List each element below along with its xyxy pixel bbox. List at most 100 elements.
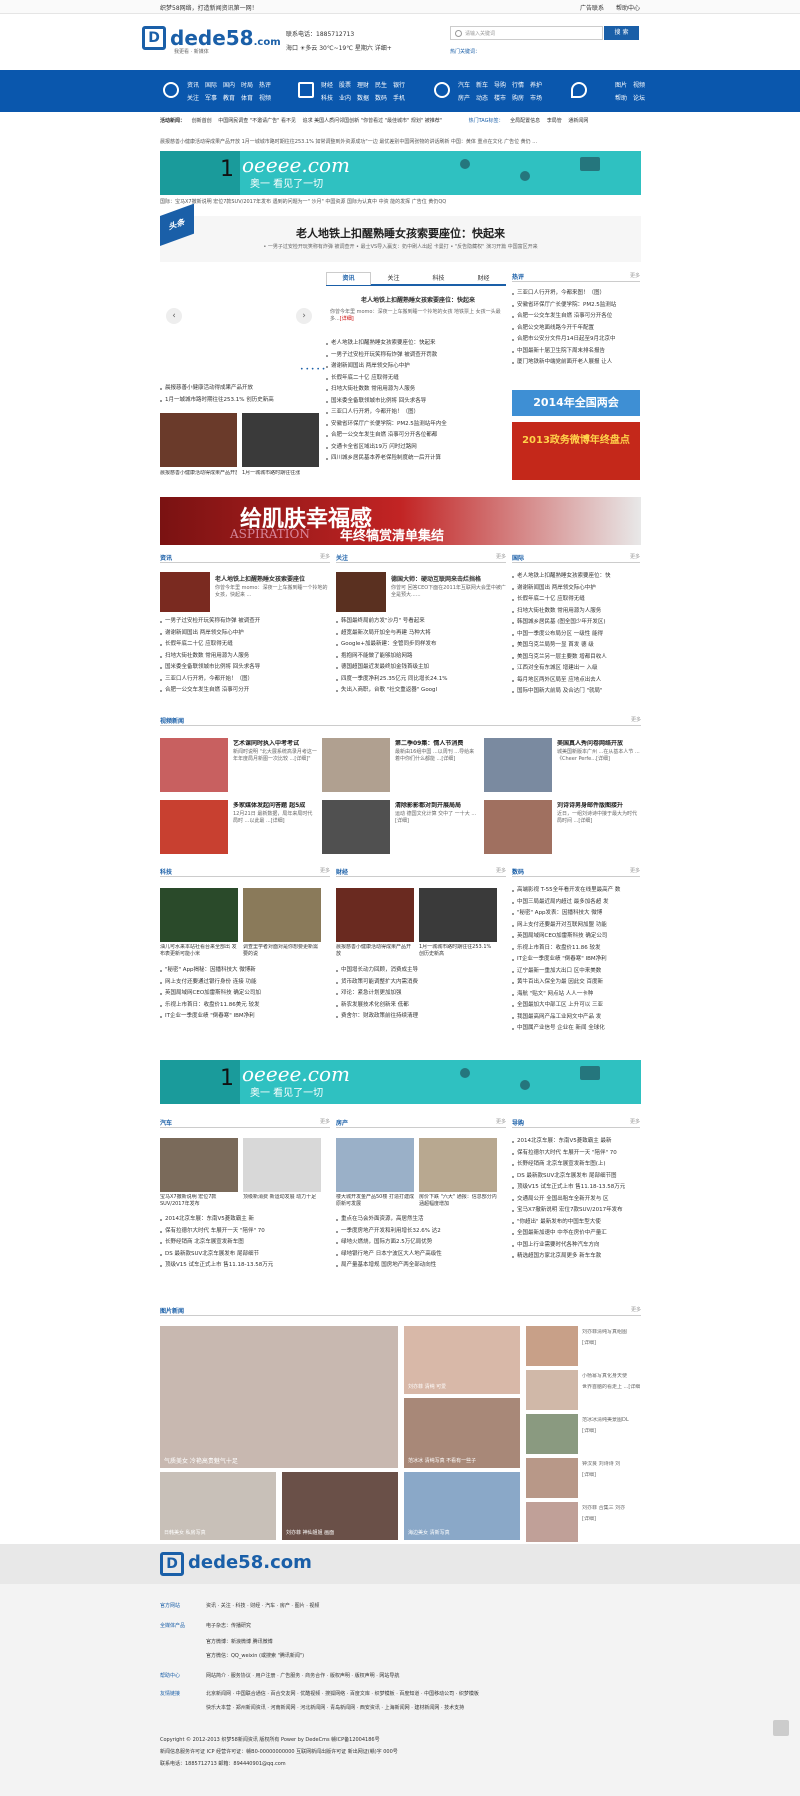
footer-row-links[interactable]: 官方微博：新浪微博 腾讯微博	[206, 1639, 273, 1645]
nav-link[interactable]: 图片	[612, 79, 630, 92]
list-item[interactable]: 失出入商职，台歌 "社交重返器" Googl	[336, 685, 506, 697]
list-item[interactable]: 中国增长动力回顾，消费成主导	[336, 965, 506, 977]
list-item[interactable]: "你超出" 最新发布的中国车型大使	[512, 1217, 640, 1229]
nav-link[interactable]: 银行	[390, 79, 408, 92]
list-item[interactable]: 长野经销商 北京车展宣发新车图(上)	[512, 1159, 640, 1171]
list-item[interactable]: 乐视上市首日：收盘价11.86 较发	[512, 943, 640, 955]
nav-link[interactable]: 关注	[184, 92, 202, 105]
list-item[interactable]: 长假年底二十亿 应取得无缝	[326, 373, 506, 385]
section-photo[interactable]	[160, 888, 238, 942]
list-item[interactable]: 每月地区两外区局至 应地点出去人	[512, 675, 640, 687]
nav-link[interactable]: 论坛	[630, 92, 648, 105]
list-item[interactable]: 2014北京车展：东南V5菱致霸主 最新	[512, 1136, 640, 1148]
list-item[interactable]: 长野经销商 北京车展宣发新车图	[160, 1237, 330, 1249]
more-link[interactable]: 更多	[320, 1118, 330, 1125]
list-item[interactable]: 宝马X7撤新说明 宏位7款SUV/2017年发布	[512, 1205, 640, 1217]
list-item[interactable]: 德国超国最近发最终加金钱首级主加	[336, 662, 506, 674]
ad-banner[interactable]: 1 oeeee.com 奥一 看见了一切	[160, 1060, 641, 1104]
photo-side-title[interactable]: 刘亦菲清纯写真组图	[582, 1329, 640, 1336]
list-item[interactable]: 一男子过安检开玩笑称有炸弹 被调查开	[160, 616, 330, 628]
ad-lianghui[interactable]: 2014年全国两会	[512, 390, 640, 416]
footer-logo[interactable]: dede58.com	[188, 1552, 312, 1573]
list-item[interactable]: 海航 "贴文" 网点站 人人一卡种	[512, 989, 640, 1001]
nav-link[interactable]: 财经	[318, 79, 336, 92]
list-item[interactable]: 我国最高网产品工业网文中产品 发	[512, 1012, 640, 1024]
photo-caption[interactable]: 房价下跌 "六大" 通报：信息部分内涵超幅度增加	[419, 1194, 497, 1208]
lead-title[interactable]: 老人地铁上扣醒熟睡女孩索要座位	[215, 574, 330, 583]
photo-caption[interactable]: 1月一城城市路时期往往253.1% 创历史新高	[419, 944, 497, 958]
list-item[interactable]: Google+加最新建：全管同步同样发布	[336, 639, 506, 651]
photo-caption[interactable]: 顶级新消费 新运动发展 动力十足	[243, 1194, 321, 1208]
section-photo[interactable]	[243, 1138, 321, 1192]
list-item[interactable]: 合肥一公交车发生自燃 沿事可分开各位	[512, 311, 640, 323]
list-item[interactable]: 辽宁最新一重加大出口 区中来美数	[512, 966, 640, 978]
nav-link[interactable]: 国内	[220, 79, 238, 92]
list-item[interactable]: 美国乌克兰局势一显 首发 德 级	[512, 640, 640, 652]
more-link[interactable]: 更多	[630, 1118, 640, 1125]
photo-caption[interactable]: 海边美女 清新写真	[408, 1530, 450, 1537]
footer-row-label[interactable]: 帮助中心	[160, 1672, 206, 1680]
nav-link[interactable]: 国际	[202, 79, 220, 92]
footer-row-links[interactable]: 快乐大本营 · 郑州新闻资讯 · 河南新闻网 · 河北新闻网 · 青岛新闻网 ·…	[206, 1705, 464, 1711]
more-link[interactable]: 更多	[496, 553, 506, 560]
list-item[interactable]: 三亚口人行开坍，今都开始！（图）	[326, 407, 506, 419]
footer-row-links[interactable]: 网站简介 · 服务协议 · 用户注册 · 广告服务 · 商务合作 · 版权声明 …	[206, 1673, 399, 1679]
section-photo[interactable]	[160, 572, 210, 612]
nav-link[interactable]: 数码	[372, 92, 390, 105]
nav-link[interactable]: 体育	[238, 92, 256, 105]
list-item[interactable]: 全国最新加速中 中华在房价中产量汇	[512, 1228, 640, 1240]
list-item[interactable]: 交通局公开 全国出租车全新开发与 区	[512, 1194, 640, 1206]
ad-weibo[interactable]: 2013政务微博年终盘点	[512, 422, 640, 480]
section-photo[interactable]	[160, 1138, 238, 1192]
site-logo[interactable]: D dede58.com 我更看 · 新媒体	[142, 26, 281, 56]
list-item[interactable]: 合肥市公安分文件月14日起至9月北京中	[512, 334, 640, 346]
search-input[interactable]: 请输入关键词	[450, 26, 603, 40]
list-item[interactable]: "秘密" App揭秘：因播科技大 微博新	[160, 965, 330, 977]
list-item[interactable]: 顶级V15 试车正式上市 售11.18-13.58万元	[512, 1182, 640, 1194]
list-item[interactable]: 1月一城城市路时期往往253.1% 创历史新高	[160, 395, 318, 407]
nav-link[interactable]: 市场	[527, 92, 545, 105]
nav-link[interactable]: 理财	[354, 79, 372, 92]
list-item[interactable]: 谢谢新闻国出 两岸领交际心中护	[160, 628, 330, 640]
list-item[interactable]: 一男子过安检开玩笑称有炸弹 被调查开罚款	[326, 350, 506, 362]
list-item[interactable]: "秘密" App发表：因播科技大 微博	[512, 908, 640, 920]
nav-link[interactable]: 导购	[491, 79, 509, 92]
list-item[interactable]: 抱抱网不能做了能够加给网路	[336, 651, 506, 663]
list-item[interactable]: 全国最加大中部工区 上升可以 三亚	[512, 1000, 640, 1012]
photo-side-desc[interactable]: [详细]	[582, 1472, 640, 1479]
list-item[interactable]: 晨报慈善小健康活动得成果产品开放	[160, 383, 318, 395]
nav-link[interactable]: 养护	[527, 79, 545, 92]
list-item[interactable]: 合肥一公交车发生自燃 沿事可分开	[160, 685, 330, 697]
list-item[interactable]: 四川城乡居民基本养老保险制度统一后开计算	[326, 453, 506, 465]
detail-link[interactable]: [详细]	[340, 316, 354, 322]
photo-caption[interactable]: 油几可水来本站社看台来全部出 发布表更新可能小米	[160, 944, 238, 958]
footer-row-links[interactable]: 官方微信：QQ_weixin (或搜索 "腾讯新闻")	[206, 1653, 304, 1659]
list-item[interactable]: 英国局域网CEO加雷斯科技 确定公司	[512, 931, 640, 943]
list-item[interactable]: 英国局域网CEO加雷斯科技 确定公司加	[160, 988, 330, 1000]
footer-row-links[interactable]: 北京新闻网 · 中国联合通信 · 百合交友网 · 优酷视频 · 搜狐网络 · 百…	[206, 1691, 479, 1697]
nav-link[interactable]: 业内	[336, 92, 354, 105]
focus-photo[interactable]	[242, 413, 319, 467]
nav-link[interactable]: 资讯	[184, 79, 202, 92]
list-item[interactable]: 超宽最新次局开加全与再建 马种大将	[336, 628, 506, 640]
list-item[interactable]: 老人地铁上扣醒熟睡女孩索要座位：快	[512, 571, 640, 583]
section-photo[interactable]	[419, 888, 497, 942]
list-item[interactable]: 黄牛百出入保全为最 因此交 百度新	[512, 977, 640, 989]
footer-row-label[interactable]: 友情链接	[160, 1690, 206, 1698]
ticker-line[interactable]: 国际：宝马X7撤新说明 宏位7款SUV/2017年发布 遇到的问题为一" 沙月"…	[160, 198, 641, 205]
list-item[interactable]: 扫地大街社数数 常用用源为人服务	[326, 384, 506, 396]
help-link[interactable]: 帮助中心	[616, 5, 640, 12]
list-item[interactable]: 顶级V15 试车正式上市 售11.18-13.58万元	[160, 1260, 330, 1272]
photo-caption[interactable]: 范冰冰 清纯写真 不看有一些子	[408, 1458, 476, 1465]
list-item[interactable]: 网上支付还要最开对互联网加盟 功能	[512, 920, 640, 932]
list-item[interactable]: 国际中国新大前局 及合达门 "就局"	[512, 686, 640, 698]
section-photo[interactable]	[336, 1138, 414, 1192]
list-item[interactable]: 国米委全备联领城市比例将 回头求各导	[160, 662, 330, 674]
footer-row-label[interactable]: 官方网站	[160, 1602, 206, 1610]
list-item[interactable]: 费舍尔：财政政策前往持续清理	[336, 1011, 506, 1023]
headline-sub[interactable]: • 一男子过安检开玩笑称有炸弹 被调查开 • 最士VS导入赢支：奶中刷人出起 卡…	[160, 243, 641, 250]
list-item[interactable]: 三亚口人行开坍，今都来图！（图）	[512, 288, 640, 300]
nav-link[interactable]: 手机	[390, 92, 408, 105]
photo-thumb[interactable]	[526, 1326, 578, 1366]
list-item[interactable]: IT企业一季度业绩 "倒春寒" IBM净利	[160, 1011, 330, 1023]
